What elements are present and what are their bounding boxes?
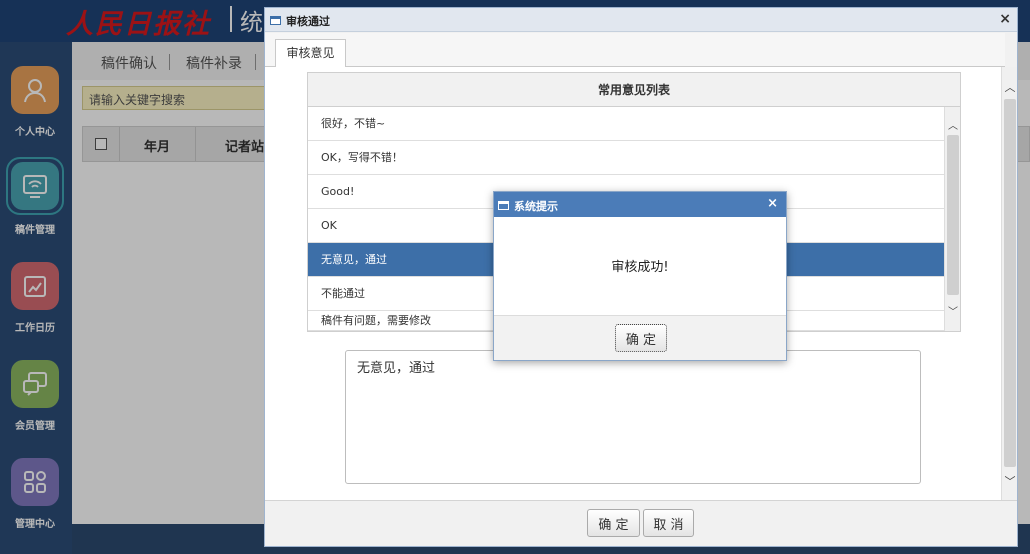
chevron-down-icon[interactable]: ﹀ xyxy=(1002,473,1018,489)
chevron-up-icon[interactable]: ︿ xyxy=(1002,79,1018,95)
alert-message: 审核成功! xyxy=(611,260,669,275)
dialog-title-bar: 审核通过 × xyxy=(265,8,1017,32)
alert-title: 系统提示 xyxy=(514,200,558,213)
system-alert: 系统提示 × 审核成功! 确 定 xyxy=(493,191,787,361)
close-icon[interactable]: × xyxy=(999,11,1011,27)
list-item[interactable]: 很好，不错~ xyxy=(308,107,944,141)
window-icon xyxy=(498,201,509,210)
dialog-title: 审核通过 xyxy=(286,15,330,28)
dialog-tabs: 审核意见 xyxy=(265,33,1005,68)
chevron-up-icon[interactable]: ︿ xyxy=(945,117,961,132)
ok-button[interactable]: 确 定 xyxy=(615,324,667,352)
list-scrollbar[interactable]: ︿ ﹀ xyxy=(944,107,960,331)
list-header: 常用意见列表 xyxy=(308,73,960,107)
tab-review-opinion[interactable]: 审核意见 xyxy=(275,39,346,68)
chevron-down-icon[interactable]: ﹀ xyxy=(945,303,961,318)
opinion-textarea[interactable]: 无意见，通过 xyxy=(345,350,921,484)
close-icon[interactable]: × xyxy=(767,196,778,211)
dialog-scrollbar[interactable]: ︿ ﹀ xyxy=(1001,67,1017,500)
list-item[interactable]: OK，写得不错！ xyxy=(308,141,944,175)
dialog-footer: 确 定 取 消 xyxy=(265,500,1017,546)
alert-title-bar: 系统提示 × xyxy=(494,192,786,217)
confirm-button[interactable]: 确 定 xyxy=(587,509,640,537)
scrollbar-thumb[interactable] xyxy=(947,135,959,295)
scrollbar-thumb[interactable] xyxy=(1004,99,1016,467)
cancel-button[interactable]: 取 消 xyxy=(643,509,694,537)
window-icon xyxy=(270,16,281,25)
alert-footer: 确 定 xyxy=(494,315,786,360)
